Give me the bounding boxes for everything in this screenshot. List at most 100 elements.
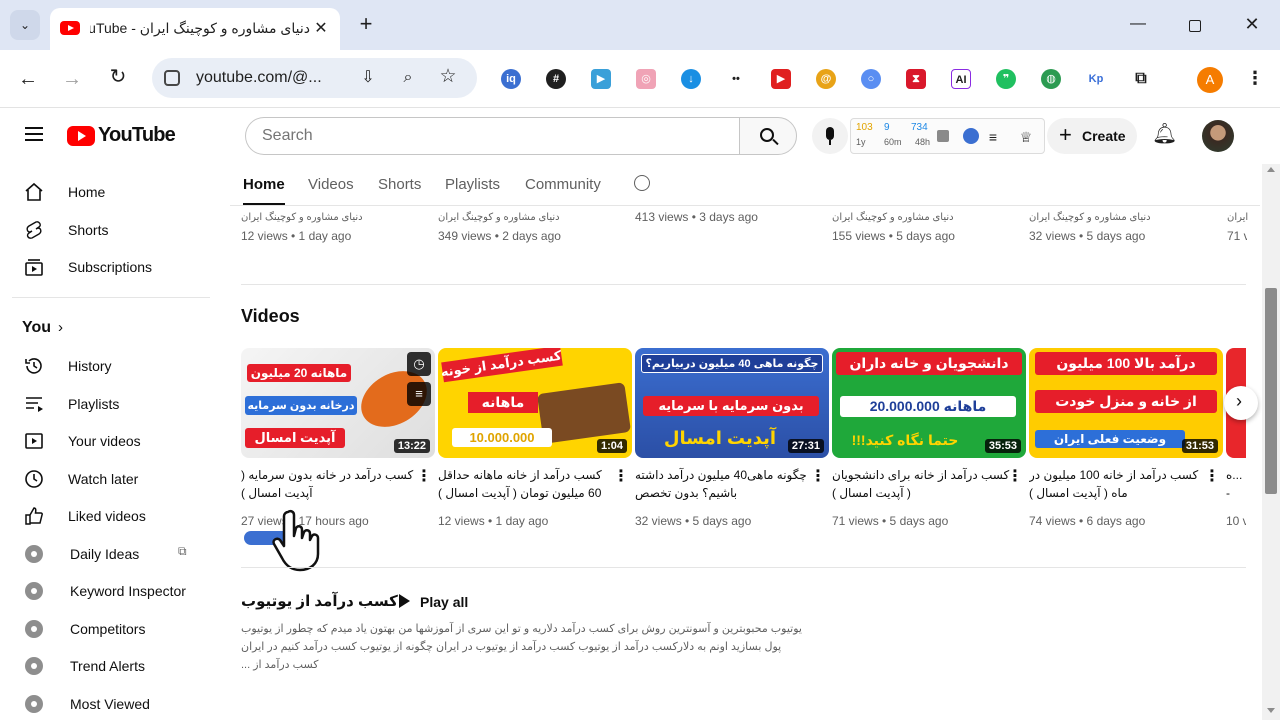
more-actions-icon[interactable]: ⋮ bbox=[613, 466, 629, 486]
video-thumbnail[interactable]: کسب درآمد از خونه ماهانه 10.000.000 1:04 bbox=[438, 348, 632, 458]
video-title[interactable]: کسب درآمد از خانه 100 میلیون در ماه ( آپ… bbox=[1029, 466, 1207, 502]
tab-home[interactable]: Home bbox=[243, 176, 285, 193]
video-thumbnail[interactable]: درآمد بالا 100 میلیون از خانه و منزل خود… bbox=[1029, 348, 1223, 458]
channel-search-icon[interactable] bbox=[634, 175, 650, 191]
tab-search-button[interactable]: ⌄ bbox=[10, 10, 40, 40]
search-extension-icon[interactable]: # bbox=[546, 69, 566, 89]
ai-extension-icon[interactable]: AI bbox=[951, 69, 971, 89]
address-bar[interactable]: youtube.com/@... ⇩ ⌕ ☆ bbox=[152, 58, 477, 98]
quote-extension-icon[interactable]: ❞ bbox=[996, 69, 1016, 89]
add-to-queue-icon[interactable]: ≡ bbox=[407, 382, 431, 406]
extensions-puzzle-icon[interactable]: ⧉ bbox=[1131, 69, 1151, 89]
browser-menu-icon[interactable]: ⋮ bbox=[1246, 68, 1264, 88]
hourglass-extension-icon[interactable]: ⧗ bbox=[906, 69, 926, 89]
search-button[interactable] bbox=[739, 117, 797, 155]
tab-community[interactable]: Community bbox=[525, 176, 601, 193]
sidebar-item-trend-alerts[interactable]: Trend Alerts bbox=[12, 647, 212, 685]
vidiq-extension-icon[interactable]: iq bbox=[501, 69, 521, 89]
video-title[interactable]: کسب درآمد از خانه برای دانشجویان ( آپدیت… bbox=[832, 466, 1010, 502]
video-title[interactable]: کسب درآمد از خانه ماهانه حداقل 60 میلیون… bbox=[438, 466, 616, 502]
sidebar-item-liked-videos[interactable]: Liked videos bbox=[12, 497, 212, 535]
tab-playlists[interactable]: Playlists bbox=[445, 176, 500, 193]
more-actions-icon[interactable]: ⋮ bbox=[1007, 466, 1023, 486]
scrollbar-thumb[interactable] bbox=[1265, 288, 1277, 494]
tab-videos[interactable]: Videos bbox=[308, 176, 354, 193]
video-title[interactable]: ...ه - آمد bbox=[1226, 466, 1246, 502]
ring-extension-icon[interactable]: @ bbox=[816, 69, 836, 89]
more-actions-icon[interactable]: ⋮ bbox=[810, 466, 826, 486]
sidebar-item-keyword-inspector[interactable]: Keyword Inspector bbox=[12, 572, 212, 610]
eyes-extension-icon[interactable]: •• bbox=[726, 69, 746, 89]
videos-section-heading[interactable]: Videos bbox=[241, 306, 300, 327]
short-channel[interactable]: دنیای مشاوره و کوچینگ ایران bbox=[1029, 212, 1151, 223]
url-text[interactable]: youtube.com/@... bbox=[196, 69, 322, 87]
scroll-down-icon[interactable] bbox=[1267, 708, 1275, 713]
sidebar-item-history[interactable]: History bbox=[12, 347, 212, 385]
voice-search-button[interactable] bbox=[812, 118, 848, 154]
site-settings-icon[interactable] bbox=[164, 70, 180, 86]
shelf-next-button[interactable]: › bbox=[1224, 386, 1258, 420]
more-actions-icon[interactable]: ⋮ bbox=[1204, 466, 1220, 486]
back-arrow-icon[interactable]: ← bbox=[16, 69, 40, 89]
forward-arrow-icon[interactable]: → bbox=[60, 69, 84, 89]
sidebar-item-watch-later[interactable]: Watch later bbox=[12, 460, 212, 498]
video-thumbnail[interactable]: ماهانه 20 میلیون درخانه بدون سرمایه آپدی… bbox=[241, 348, 435, 458]
vidiq-icon[interactable] bbox=[963, 128, 979, 144]
close-tab-icon[interactable]: ✕ bbox=[312, 19, 330, 39]
bookmark-star-icon[interactable]: ☆ bbox=[438, 67, 458, 87]
globe-extension-icon[interactable]: ◍ bbox=[1041, 69, 1061, 89]
short-channel[interactable]: ایران bbox=[1227, 212, 1249, 223]
play-extension-icon[interactable]: ▶ bbox=[771, 69, 791, 89]
sidebar-item-most-viewed[interactable]: Most Viewed bbox=[12, 685, 212, 723]
account-avatar[interactable] bbox=[1202, 120, 1234, 152]
create-button[interactable]: + Create bbox=[1047, 118, 1137, 154]
youtube-logo-text[interactable]: YouTube bbox=[98, 124, 176, 147]
video-thumbnail[interactable]: دانشجویان و خانه داران ماهانه 20.000.000… bbox=[832, 348, 1026, 458]
kp-extension-icon[interactable]: Kp bbox=[1086, 69, 1106, 89]
sidebar-item-shorts[interactable]: Shorts bbox=[12, 211, 212, 249]
sidebar-item-subscriptions[interactable]: Subscriptions bbox=[12, 248, 212, 286]
short-channel[interactable]: دنیای مشاوره و کوچینگ ایران bbox=[832, 212, 954, 223]
minimize-icon[interactable]: — bbox=[1128, 14, 1148, 34]
install-app-icon[interactable]: ⇩ bbox=[358, 68, 378, 88]
play-all-button[interactable]: Play all bbox=[396, 590, 476, 614]
vidiq-stats-widget[interactable]: 103 1y 9 60m 734 48h ≡ ♕ bbox=[850, 118, 1045, 154]
video-title[interactable]: چگونه ماهی40 میلیون درآمد داشته باشیم؟ ب… bbox=[635, 466, 813, 502]
hamburger-menu-icon[interactable] bbox=[25, 127, 43, 141]
watch-later-overlay-icon[interactable]: ◷ bbox=[407, 352, 431, 376]
short-stats: 349 views • 2 days ago bbox=[438, 229, 561, 243]
sidebar-item-home[interactable]: Home bbox=[12, 173, 212, 211]
trophy-icon[interactable]: ♕ bbox=[1017, 127, 1035, 147]
video-title[interactable]: کسب درآمد در خانه بدون سرمایه ( آپدیت ام… bbox=[241, 466, 419, 502]
download-extension-icon[interactable]: ↓ bbox=[681, 69, 701, 89]
profile-avatar[interactable]: A bbox=[1197, 67, 1223, 93]
short-channel[interactable]: دنیای مشاوره و کوچینگ ایران bbox=[438, 212, 560, 223]
zoom-icon[interactable]: ⌕ bbox=[398, 68, 418, 88]
new-tab-icon[interactable]: + bbox=[354, 13, 378, 35]
playlist-title[interactable]: کسب درآمد از یوتیوب bbox=[241, 592, 398, 610]
more-actions-icon[interactable]: ⋮ bbox=[416, 466, 432, 486]
camera-extension-icon[interactable]: ◎ bbox=[636, 69, 656, 89]
search-box[interactable] bbox=[245, 117, 739, 155]
scroll-up-icon[interactable] bbox=[1267, 167, 1275, 172]
sidebar-you-header[interactable]: You › bbox=[12, 309, 212, 347]
media-extension-icon[interactable]: ▶ bbox=[591, 69, 611, 89]
video-thumbnail[interactable]: چگونه ماهی 40 میلیون دربیاریم؟ بدون سرما… bbox=[635, 348, 829, 458]
search-input[interactable] bbox=[262, 127, 722, 145]
circle-extension-icon[interactable]: ○ bbox=[861, 69, 881, 89]
reload-icon[interactable]: ↻ bbox=[106, 67, 130, 87]
short-channel[interactable]: دنیای مشاوره و کوچینگ ایران bbox=[241, 212, 363, 223]
youtube-logo-icon[interactable] bbox=[67, 126, 95, 146]
close-window-icon[interactable]: ✕ bbox=[1242, 14, 1262, 34]
bar-chart-icon[interactable] bbox=[937, 130, 949, 142]
notifications-bell-icon[interactable]: 🔔︎ bbox=[1152, 124, 1177, 144]
sidebar-item-playlists[interactable]: Playlists bbox=[12, 385, 212, 423]
browser-tab[interactable]: دنیای مشاوره و کوچینگ ایران - YouTube ✕ bbox=[50, 8, 340, 50]
sidebar-item-your-videos[interactable]: Your videos bbox=[12, 422, 212, 460]
restore-icon[interactable] bbox=[1189, 20, 1201, 32]
list-icon[interactable]: ≡ bbox=[985, 127, 1001, 147]
sidebar-item-competitors[interactable]: Competitors bbox=[12, 610, 212, 648]
page-scrollbar[interactable] bbox=[1262, 164, 1280, 720]
tab-shorts[interactable]: Shorts bbox=[378, 176, 421, 193]
sidebar-item-daily-ideas[interactable]: Daily Ideas ⧉ bbox=[12, 535, 212, 573]
